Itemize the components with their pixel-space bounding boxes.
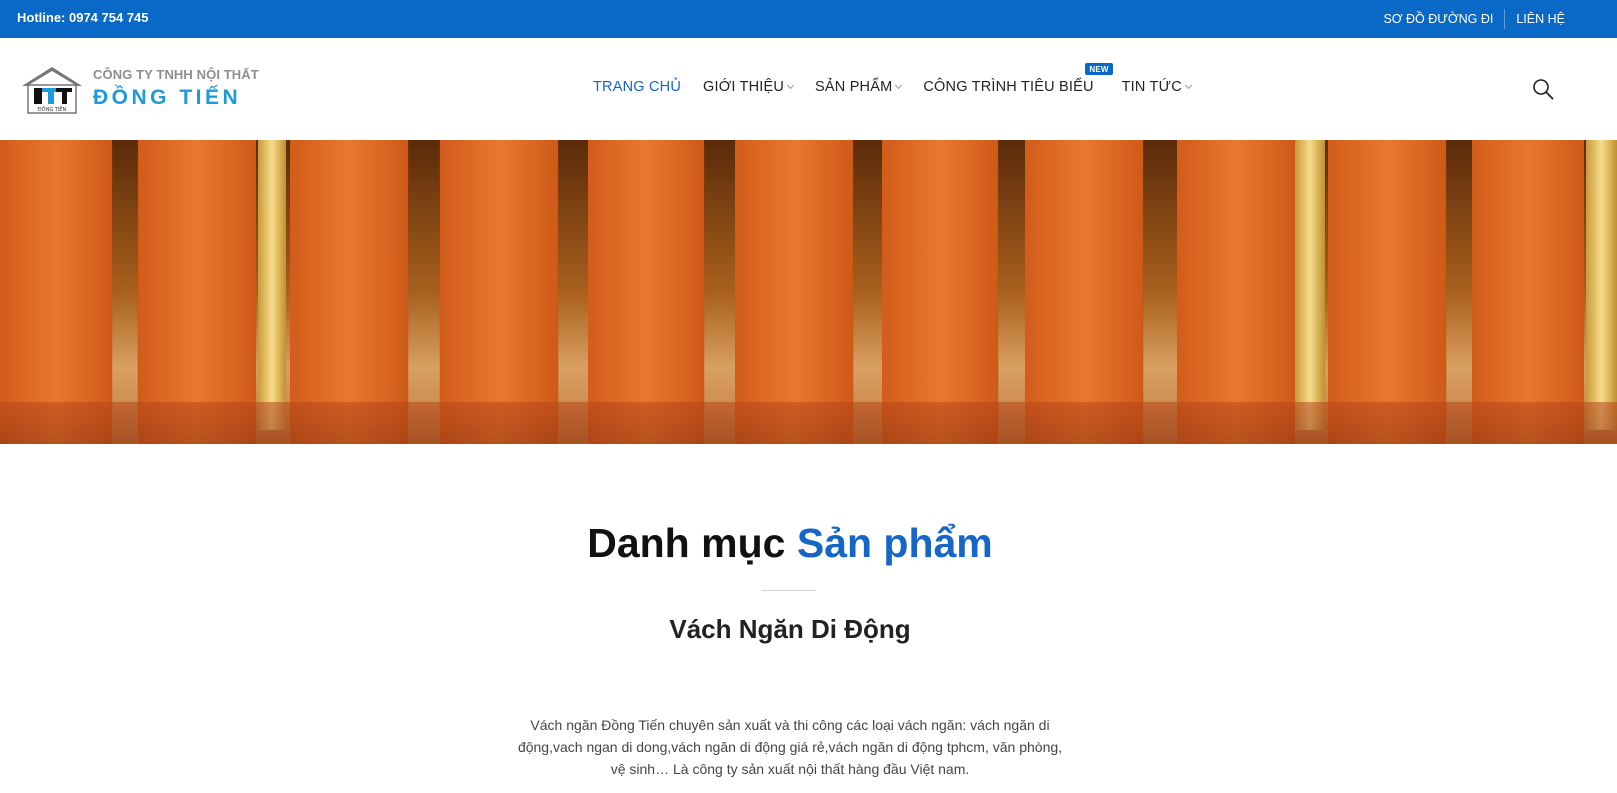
site-header: ĐỒNG TIẾN CÔNG TY TNHH NỘI THẤT ĐỒNG TIẾ… xyxy=(0,38,1617,140)
top-bar: Hotline: 0974 754 745 SƠ ĐỒ ĐƯỜNG ĐI LIÊ… xyxy=(0,0,1617,38)
map-link[interactable]: SƠ ĐỒ ĐƯỜNG ĐI xyxy=(1383,12,1493,26)
chevron-down-icon xyxy=(1184,81,1192,90)
partition-panels-photo xyxy=(0,140,1617,444)
title-divider xyxy=(762,590,816,591)
nav-item-label: TRANG CHỦ xyxy=(593,79,681,95)
nav-item-home[interactable]: TRANG CHỦ xyxy=(593,79,681,95)
nav-item-news[interactable]: TIN TỨC xyxy=(1121,79,1192,95)
nav-item-label: GIỚI THIỆU xyxy=(703,79,785,95)
nav-item-label: CÔNG TRÌNH TIÊU BIỂU xyxy=(923,79,1094,95)
category-title: Vách Ngăn Di Động xyxy=(669,614,911,644)
section-title-plain: Danh mục xyxy=(587,520,786,566)
category-description: Vách ngăn Đồng Tiến chuyên sản xuất và t… xyxy=(517,717,1063,777)
top-link-divider xyxy=(1504,9,1506,29)
site-logo[interactable]: ĐỒNG TIẾN CÔNG TY TNHH NỘI THẤT ĐỒNG TIẾ… xyxy=(20,64,260,116)
logo-company-type: CÔNG TY TNHH NỘI THẤT xyxy=(93,67,259,82)
nav-item-projects[interactable]: CÔNG TRÌNH TIÊU BIỂU NEW xyxy=(923,63,1113,95)
search-icon[interactable] xyxy=(1532,78,1554,100)
chevron-down-icon xyxy=(787,81,795,90)
chevron-down-icon xyxy=(895,81,903,90)
top-links: SƠ ĐỒ ĐƯỜNG ĐI LIÊN HỆ xyxy=(1383,9,1565,29)
hotline-text: Hotline: 0974 754 745 xyxy=(17,10,149,25)
hero-banner-image xyxy=(0,140,1617,444)
contact-link[interactable]: LIÊN HỆ xyxy=(1516,12,1565,26)
nav-item-label: TIN TỨC xyxy=(1121,79,1182,95)
section-title-highlight: Sản phẩm xyxy=(796,520,993,566)
nav-item-label: SẢN PHẨM xyxy=(815,79,893,95)
nav-item-about[interactable]: GIỚI THIỆU xyxy=(703,79,795,95)
main-nav: TRANG CHỦ GIỚI THIỆU SẢN PHẨM CÔNG TRÌNH… xyxy=(593,63,1192,95)
logo-house-icon: ĐỒNG TIẾN xyxy=(22,67,82,114)
section-title: Danh mục Sản phẩm xyxy=(0,520,1580,567)
new-badge: NEW xyxy=(1085,63,1113,75)
logo-company-name: ĐỒNG TIẾN xyxy=(93,86,242,109)
nav-item-products[interactable]: SẢN PHẨM xyxy=(815,79,903,95)
